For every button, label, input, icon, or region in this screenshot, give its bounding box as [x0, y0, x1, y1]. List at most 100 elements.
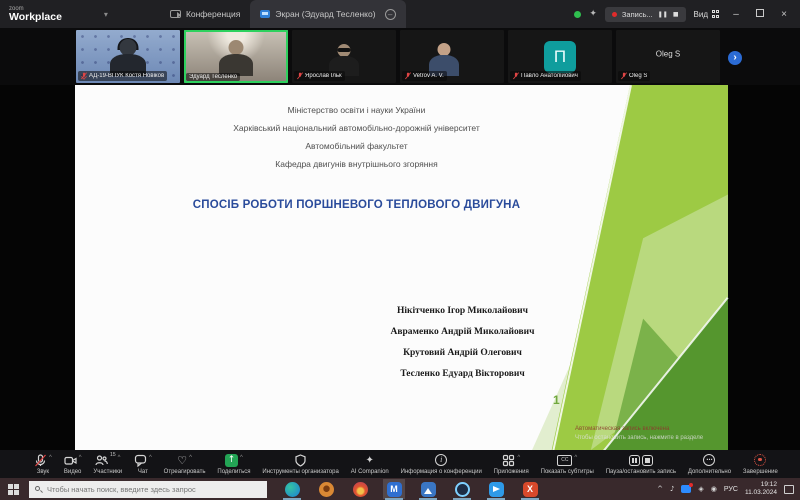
mute-button[interactable]: ^ Звук	[34, 454, 52, 475]
slide-page-number: 1	[553, 393, 560, 407]
tab-screen-share[interactable]: Экран (Эдуард Тесленко) –	[250, 0, 405, 28]
maximize-button[interactable]	[752, 9, 768, 20]
pause-recording-icon[interactable]	[629, 455, 640, 466]
author-line: Крутовий Андрій Олегович	[315, 343, 610, 364]
taskbar-app[interactable]	[315, 479, 337, 499]
chevron-up-icon[interactable]: ^	[517, 454, 520, 462]
connection-status-icon	[574, 11, 581, 18]
zoom-titlebar: zoom Workplace ▾ Конференция Экран (Эдуа…	[0, 0, 800, 28]
share-screen-icon: ↑	[225, 454, 238, 467]
end-meeting-button[interactable]: Завершение	[743, 454, 778, 475]
tray-volume-icon[interactable]: ◉	[711, 485, 717, 493]
participant-tile[interactable]: Vetrov A. V.	[400, 30, 504, 83]
search-input[interactable]	[47, 485, 261, 494]
tray-expand-icon[interactable]: ^	[657, 485, 663, 493]
camera-icon	[64, 454, 77, 467]
camera-icon	[170, 10, 181, 18]
taskbar-app[interactable]	[349, 479, 371, 499]
recording-controls-button[interactable]: Пауза/остановить запись	[606, 454, 676, 475]
notification-line: Автоматическая запись включена	[575, 425, 775, 434]
mic-muted-icon	[81, 72, 87, 80]
share-screen-button[interactable]: ↑ ^ Поделиться	[217, 454, 250, 475]
ellipsis-icon: ···	[703, 454, 715, 466]
closed-captions-icon: CC	[557, 455, 572, 466]
captions-button[interactable]: CC ^ Показать субтитры	[541, 454, 594, 475]
stop-recording-button[interactable]: ■	[673, 11, 679, 18]
action-center-icon[interactable]	[784, 485, 794, 494]
taskbar-app[interactable]: X	[519, 479, 541, 499]
search-icon	[35, 486, 42, 493]
author-line: Авраменко Андрій Миколайович	[315, 322, 610, 343]
slide-header-line: Кафедра двигунів внутрішнього згоряння	[85, 155, 628, 173]
next-participants-button[interactable]: ›	[728, 51, 742, 65]
tray-zoom-icon[interactable]	[681, 485, 691, 493]
participant-tile[interactable]: П Павло Анатолійович	[508, 30, 612, 83]
participant-tile[interactable]: Oleg S Oleg S	[616, 30, 720, 83]
close-button[interactable]: ×	[776, 9, 792, 20]
taskbar-search[interactable]	[29, 481, 267, 498]
chevron-up-icon[interactable]: ^	[79, 454, 82, 462]
taskbar-app[interactable]: M	[383, 479, 405, 499]
view-button-label: Вид	[694, 10, 708, 19]
taskbar-app-browser[interactable]	[281, 479, 303, 499]
apps-button[interactable]: ^ Приложения	[494, 454, 529, 475]
apps-icon	[502, 454, 515, 467]
participant-tile[interactable]: АД-19-ВПУК Костя Новіков	[76, 30, 180, 83]
taskbar-app[interactable]	[485, 479, 507, 499]
video-button[interactable]: ^ Видео	[64, 454, 82, 475]
chevron-up-icon[interactable]: ^	[240, 454, 243, 462]
participant-tile-active-speaker[interactable]: Эдуард Тесленко	[184, 30, 288, 83]
slide-header-line: Харківський національний автомобільно-до…	[85, 119, 628, 137]
screen-share-tab-icon	[260, 10, 270, 18]
slide-header-line: Міністерство освіти і науки України	[85, 101, 628, 119]
taskbar-app[interactable]	[417, 479, 439, 499]
author-line: Тесленко Едуард Вікторович	[315, 364, 610, 385]
minimize-button[interactable]: –	[728, 9, 744, 20]
logo-workplace-text: Workplace	[9, 12, 62, 23]
stop-recording-icon[interactable]	[642, 455, 653, 466]
sunglasses-art	[338, 48, 351, 52]
start-button[interactable]	[8, 484, 19, 495]
tab-options-icon[interactable]: –	[385, 9, 396, 20]
tray-date: 11.03.2024	[745, 489, 777, 496]
chevron-down-icon[interactable]: ▾	[104, 10, 108, 19]
zoom-toolbar: ^ Звук ^ Видео 15 ^ Участники	[0, 450, 800, 478]
participant-name: Vetrov A. V.	[413, 73, 444, 79]
taskbar-app[interactable]	[451, 479, 473, 499]
zoom-workplace-logo: zoom Workplace	[0, 6, 62, 23]
recording-label: Запись...	[622, 10, 653, 19]
chevron-up-icon[interactable]: ^	[49, 454, 52, 462]
reactions-button[interactable]: ♡ ^ Отреагировать	[164, 454, 206, 475]
tray-network-icon[interactable]: ◈	[698, 485, 703, 493]
participants-button[interactable]: 15 ^ Участники	[93, 454, 122, 475]
mic-muted-icon	[513, 72, 519, 80]
participants-icon	[95, 454, 108, 467]
shared-screen-area: Міністерство освіти і науки України Харк…	[0, 85, 800, 450]
participant-tile[interactable]: Ярослав Ільк	[292, 30, 396, 83]
participant-name: Павло Анатолійович	[521, 73, 578, 79]
chevron-up-icon[interactable]: ^	[189, 454, 192, 462]
chevron-up-icon[interactable]: ^	[118, 454, 121, 462]
participant-name: Ярослав Ільк	[305, 73, 342, 79]
chat-button[interactable]: ^ Чат	[134, 454, 152, 475]
chevron-up-icon[interactable]: ^	[149, 454, 152, 462]
sparkle-icon: ✦	[589, 9, 597, 19]
recording-notification: Автоматическая запись включена Чтобы ост…	[575, 425, 775, 443]
pause-recording-button[interactable]: ❚❚	[658, 11, 668, 18]
avatar-initial: П	[544, 41, 576, 73]
tray-language[interactable]: РУС	[724, 486, 738, 493]
host-tools-button[interactable]: Инструменты организатора	[262, 454, 338, 475]
recording-indicator: Запись... ❚❚ ■	[605, 7, 686, 22]
tray-mic-icon[interactable]: ♪	[670, 485, 674, 493]
avatar	[229, 40, 244, 55]
notification-line: Чтобы остановить запись, нажмите в разде…	[575, 434, 775, 443]
tab-conference[interactable]: Конференция	[160, 0, 250, 28]
chevron-up-icon[interactable]: ^	[574, 454, 577, 462]
more-button[interactable]: ··· Дополнительно	[688, 454, 731, 475]
mic-muted-icon	[621, 72, 627, 80]
participant-name: АД-19-ВПУК Костя Новіков	[89, 73, 164, 79]
ai-companion-button[interactable]: ✦ AI Companion	[351, 454, 389, 475]
view-button[interactable]: Вид	[694, 10, 720, 19]
meeting-info-button[interactable]: i Информация о конференции	[401, 454, 482, 475]
tray-clock[interactable]: 19:12 11.03.2024	[745, 481, 777, 497]
